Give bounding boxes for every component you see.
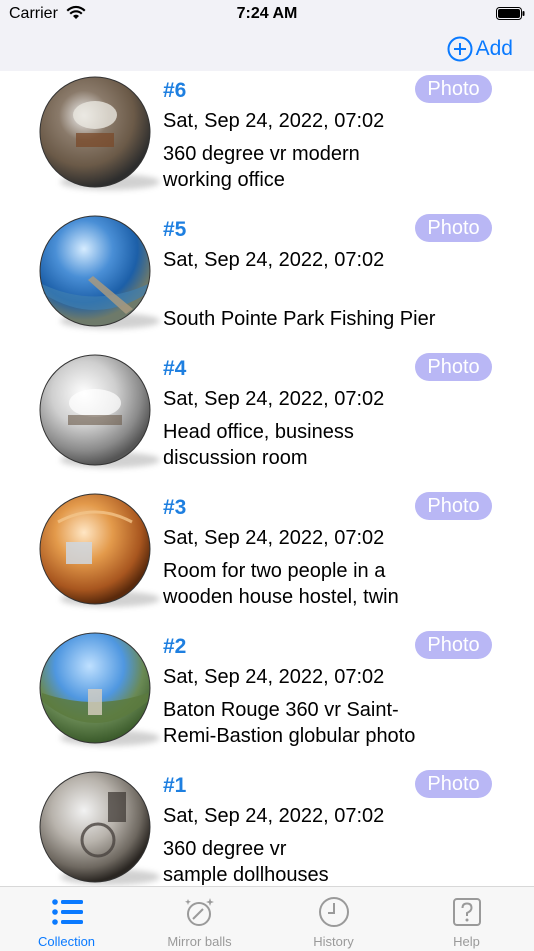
item-title-line: Baton Rouge 360 vr Saint- xyxy=(163,699,399,721)
item-number: #3 xyxy=(163,496,187,519)
item-number: #1 xyxy=(163,774,187,797)
tab-label: Help xyxy=(453,934,480,949)
tab-collection[interactable]: Collection xyxy=(0,887,133,951)
clock-icon xyxy=(318,897,349,927)
list-item[interactable]: #1 Photo Sat, Sep 24, 2022, 07:02 360 de… xyxy=(0,766,534,886)
item-title: Baton Rouge 360 vr Saint- Remi-Bastion g… xyxy=(163,697,503,749)
item-date: Sat, Sep 24, 2022, 07:02 xyxy=(163,666,385,688)
tab-help[interactable]: Help xyxy=(400,887,533,951)
list-item[interactable]: #5 Photo Sat, Sep 24, 2022, 07:02 South … xyxy=(0,210,534,349)
item-title-line: Head office, business xyxy=(163,421,354,443)
item-date: Sat, Sep 24, 2022, 07:02 xyxy=(163,249,385,271)
list-item[interactable]: #6 Photo Sat, Sep 24, 2022, 07:02 360 de… xyxy=(0,71,534,210)
item-number: #4 xyxy=(163,357,187,380)
item-number: #5 xyxy=(163,218,187,241)
item-title-line: discussion room xyxy=(163,447,308,469)
tab-label: Mirror balls xyxy=(167,934,232,949)
item-title-line: sample dollhouses xyxy=(163,864,329,886)
question-icon xyxy=(452,898,481,926)
add-label: Add xyxy=(475,37,513,60)
mirror-ball-thumbnail xyxy=(39,76,151,188)
photo-badge: Photo xyxy=(415,631,492,659)
photo-badge: Photo xyxy=(415,770,492,798)
list-item[interactable]: #4 Photo Sat, Sep 24, 2022, 07:02 Head o… xyxy=(0,349,534,488)
photo-badge: Photo xyxy=(415,214,492,242)
item-title-line: working office xyxy=(163,169,285,191)
item-title: 360 degree vr sample dollhouses xyxy=(163,836,503,886)
item-title: 360 degree vr modern working office xyxy=(163,141,503,193)
item-date: Sat, Sep 24, 2022, 07:02 xyxy=(163,527,385,549)
mirror-ball-thumbnail xyxy=(39,354,151,466)
photo-badge: Photo xyxy=(415,353,492,381)
tab-label: Collection xyxy=(37,934,96,949)
item-title: South Pointe Park Fishing Pier xyxy=(163,280,503,332)
nav-bar: Add xyxy=(0,30,534,71)
battery-icon xyxy=(496,7,525,20)
status-time: 7:24 AM xyxy=(236,5,298,22)
photo-badge: Photo xyxy=(415,75,492,103)
tab-bar: Collection Mirror balls History Help xyxy=(0,886,534,951)
item-title-line: 360 degree vr modern xyxy=(163,143,360,165)
status-bar: Carrier 7:24 AM xyxy=(0,0,534,30)
item-date: Sat, Sep 24, 2022, 07:02 xyxy=(163,805,385,827)
item-title: Head office, business discussion room xyxy=(163,419,503,471)
plus-circle-icon xyxy=(447,36,473,62)
item-title: Room for two people in a wooden house ho… xyxy=(163,558,503,610)
item-date: Sat, Sep 24, 2022, 07:02 xyxy=(163,388,385,410)
item-number: #2 xyxy=(163,635,187,658)
item-title-line: Remi-Bastion globular photo xyxy=(163,725,416,747)
mirror-ball-thumbnail xyxy=(39,632,151,744)
item-date: Sat, Sep 24, 2022, 07:02 xyxy=(163,110,385,132)
mirror-ball-thumbnail xyxy=(39,771,151,883)
mirror-ball-thumbnail xyxy=(39,215,151,327)
collection-list: #6 Photo Sat, Sep 24, 2022, 07:02 360 de… xyxy=(0,71,534,886)
item-title-line: 360 degree vr xyxy=(163,838,287,860)
tab-mirror-balls[interactable]: Mirror balls xyxy=(133,887,266,951)
add-button[interactable]: Add xyxy=(447,34,513,64)
list-icon xyxy=(51,899,83,925)
item-title-line: wooden house hostel, twin xyxy=(163,586,399,608)
item-number: #6 xyxy=(163,79,187,102)
item-title-line: South Pointe Park Fishing Pier xyxy=(163,308,436,330)
mirror-ball-thumbnail xyxy=(39,493,151,605)
item-title-line xyxy=(163,280,503,306)
item-title-line: Room for two people in a xyxy=(163,560,386,582)
list-item[interactable]: #2 Photo Sat, Sep 24, 2022, 07:02 Baton … xyxy=(0,627,534,766)
tab-label: History xyxy=(313,934,354,949)
tab-history[interactable]: History xyxy=(267,887,400,951)
mirror-ball-icon xyxy=(184,898,214,926)
photo-badge: Photo xyxy=(415,492,492,520)
list-item[interactable]: #3 Photo Sat, Sep 24, 2022, 07:02 Room f… xyxy=(0,488,534,627)
